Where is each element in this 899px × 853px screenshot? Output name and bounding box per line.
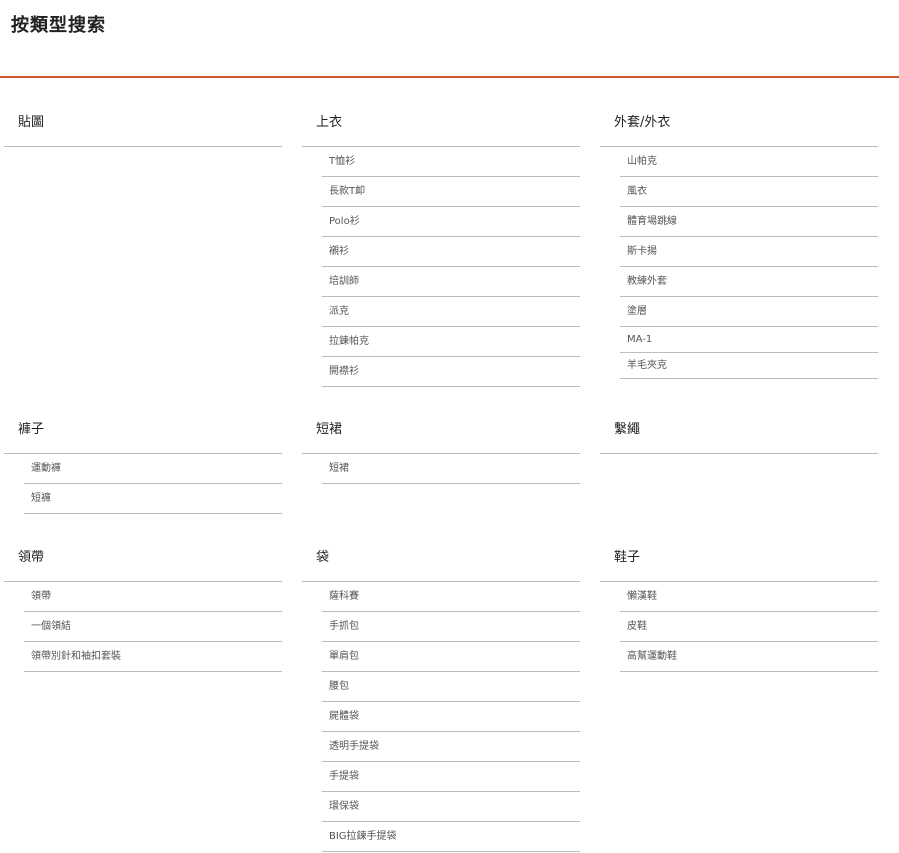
subcategory-item[interactable]: 手抓包 <box>322 612 580 642</box>
subcategory-item[interactable]: 開襟衫 <box>322 357 580 387</box>
category-header: 褲子 <box>4 407 282 454</box>
category-header: 上衣 <box>302 100 580 147</box>
subcategory-list: T恤衫 長款T卹 Polo衫 襯衫 培訓師 派克 拉鍊帕克 開襟衫 <box>302 147 580 387</box>
page-title: 按類型搜索 <box>11 15 106 36</box>
subcategory-item[interactable]: 山帕克 <box>620 147 878 177</box>
page-header: 按類型搜索 <box>0 0 899 78</box>
subcategory-item[interactable]: 腰包 <box>322 672 580 702</box>
subcategory-list: 山帕克 風衣 體育場跳線 斯卡揚 教練外套 塗層 MA-1 羊毛夾克 <box>600 147 878 379</box>
category-header: 鞋子 <box>600 535 878 582</box>
category-title[interactable]: 袋 <box>302 535 580 581</box>
subcategory-item[interactable]: BIG拉鍊手提袋 <box>322 822 580 852</box>
subcategory-item[interactable]: 懶漢鞋 <box>620 582 878 612</box>
subcategory-item[interactable]: 培訓師 <box>322 267 580 297</box>
category-header: 短裙 <box>302 407 580 454</box>
subcategory-item[interactable]: Polo衫 <box>322 207 580 237</box>
subcategory-item[interactable]: 薩科賽 <box>322 582 580 612</box>
category-title[interactable]: 短裙 <box>302 407 580 453</box>
category-title[interactable]: 外套/外衣 <box>600 100 878 146</box>
subcategory-item[interactable]: 屍體袋 <box>322 702 580 732</box>
category-title[interactable]: 褲子 <box>4 407 282 453</box>
subcategory-item[interactable]: 羊毛夾克 <box>620 353 878 379</box>
category-bags: 袋 薩科賽 手抓包 單肩包 腰包 屍體袋 透明手提袋 手提袋 環保袋 BIG拉鍊… <box>302 535 580 852</box>
subcategory-item[interactable]: 手提袋 <box>322 762 580 792</box>
subcategory-item[interactable]: 運動褲 <box>24 454 282 484</box>
subcategory-item[interactable]: 體育場跳線 <box>620 207 878 237</box>
subcategory-list: 領帶 一個領結 領帶別針和袖扣套裝 <box>4 582 282 672</box>
subcategory-item[interactable]: 斯卡揚 <box>620 237 878 267</box>
subcategory-list: 短裙 <box>302 454 580 484</box>
subcategory-item[interactable]: 領帶 <box>24 582 282 612</box>
subcategory-item[interactable]: 一個領結 <box>24 612 282 642</box>
category-title[interactable]: 上衣 <box>302 100 580 146</box>
subcategory-item[interactable]: 短裙 <box>322 454 580 484</box>
subcategory-list: 懶漢鞋 皮鞋 高幫運動鞋 <box>600 582 878 672</box>
subcategory-list: 薩科賽 手抓包 單肩包 腰包 屍體袋 透明手提袋 手提袋 環保袋 BIG拉鍊手提… <box>302 582 580 852</box>
subcategory-item[interactable]: MA-1 <box>620 327 878 353</box>
category-header: 貼圖 <box>4 100 282 147</box>
subcategory-item[interactable]: 拉鍊帕克 <box>322 327 580 357</box>
category-header: 繫繩 <box>600 407 878 454</box>
subcategory-item[interactable]: 環保袋 <box>322 792 580 822</box>
subcategory-item[interactable]: 領帶別針和袖扣套裝 <box>24 642 282 672</box>
category-outerwear: 外套/外衣 山帕克 風衣 體育場跳線 斯卡揚 教練外套 塗層 MA-1 羊毛夾克 <box>600 100 878 379</box>
subcategory-item[interactable]: 教練外套 <box>620 267 878 297</box>
subcategory-item[interactable]: 皮鞋 <box>620 612 878 642</box>
subcategory-item[interactable]: 塗層 <box>620 297 878 327</box>
subcategory-item[interactable]: 高幫運動鞋 <box>620 642 878 672</box>
subcategory-item[interactable]: 派克 <box>322 297 580 327</box>
subcategory-item[interactable]: 襯衫 <box>322 237 580 267</box>
category-title[interactable]: 繫繩 <box>600 407 878 453</box>
subcategory-item[interactable]: 風衣 <box>620 177 878 207</box>
subcategory-item[interactable]: 單肩包 <box>322 642 580 672</box>
category-shoes: 鞋子 懶漢鞋 皮鞋 高幫運動鞋 <box>600 535 878 672</box>
category-header: 外套/外衣 <box>600 100 878 147</box>
category-stickers: 貼圖 <box>4 100 282 147</box>
category-header: 領帶 <box>4 535 282 582</box>
category-header: 袋 <box>302 535 580 582</box>
category-skirts: 短裙 短裙 <box>302 407 580 484</box>
category-title[interactable]: 領帶 <box>4 535 282 581</box>
category-ties: 領帶 領帶 一個領結 領帶別針和袖扣套裝 <box>4 535 282 672</box>
subcategory-item[interactable]: T恤衫 <box>322 147 580 177</box>
category-lanyards: 繫繩 <box>600 407 878 454</box>
subcategory-item[interactable]: 長款T卹 <box>322 177 580 207</box>
subcategory-list: 運動褲 短褲 <box>4 454 282 514</box>
category-tops: 上衣 T恤衫 長款T卹 Polo衫 襯衫 培訓師 派克 拉鍊帕克 開襟衫 <box>302 100 580 387</box>
category-title[interactable]: 貼圖 <box>4 100 282 146</box>
category-title[interactable]: 鞋子 <box>600 535 878 581</box>
category-pants: 褲子 運動褲 短褲 <box>4 407 282 514</box>
subcategory-item[interactable]: 透明手提袋 <box>322 732 580 762</box>
subcategory-item[interactable]: 短褲 <box>24 484 282 514</box>
